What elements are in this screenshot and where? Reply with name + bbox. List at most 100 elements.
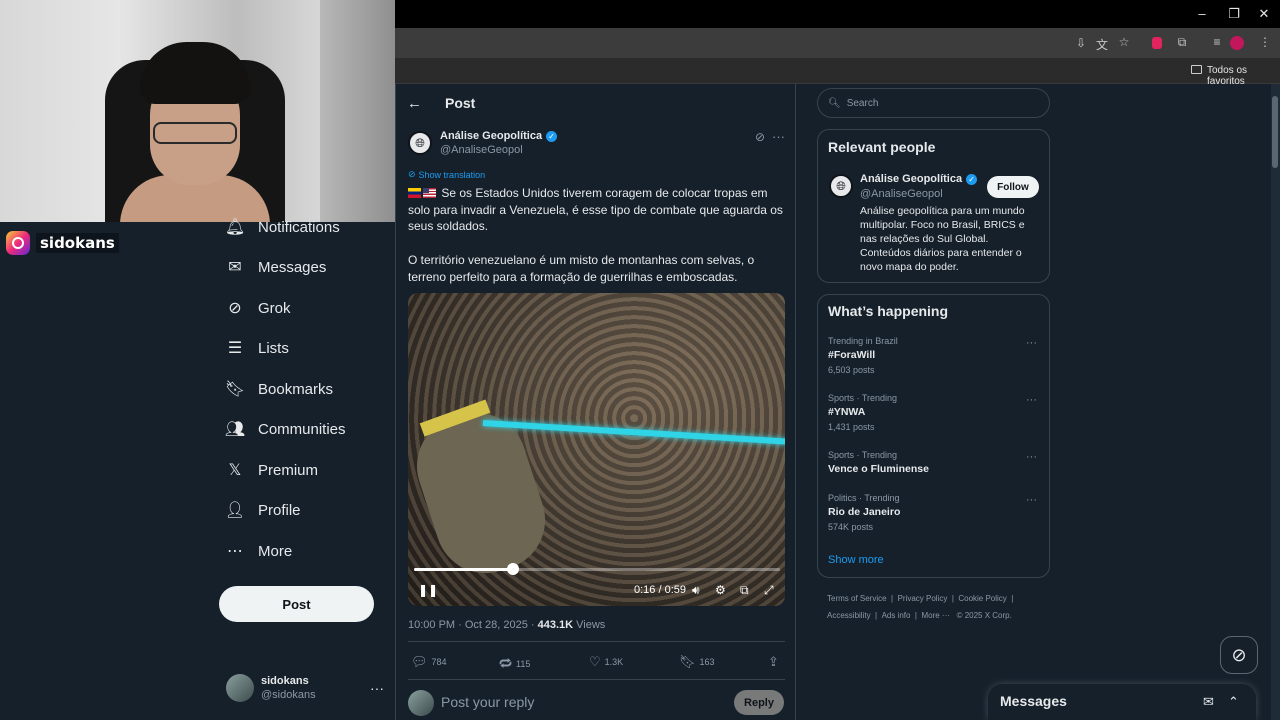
new-message-icon[interactable]: ✉︎ (1203, 694, 1214, 710)
post-more-icon[interactable]: ··· (772, 129, 785, 144)
cookie-link[interactable]: Cookie Policy (958, 594, 1006, 603)
search-icon: 🔍︎ (828, 97, 841, 109)
account-more-icon[interactable]: ··· (370, 680, 384, 696)
person-bio: Análise geopolítica para um mundo multip… (860, 205, 1025, 273)
nav-profile[interactable]: 👤︎ Profile (225, 496, 301, 524)
browser-titlebar: – ❐ ✕ (395, 0, 1280, 28)
nav-premium[interactable]: 𝕏 Premium (226, 456, 318, 484)
close-icon[interactable]: ✕ (1254, 6, 1274, 22)
reply-button[interactable]: Reply (734, 690, 784, 715)
divider (408, 641, 785, 642)
nav-notifications[interactable]: 🔔︎ Notifications (225, 213, 340, 241)
nav-bookmarks[interactable]: 🔖︎ Bookmarks (224, 375, 333, 403)
bookmark-icon: 🔖︎ (224, 381, 246, 398)
translate-icon[interactable]: 文 (1093, 36, 1111, 53)
video-scrub-handle[interactable] (506, 563, 519, 575)
trend-context: Sports · Trending (828, 393, 898, 403)
trend-name[interactable]: Vence o Fluminense (828, 463, 929, 475)
reply-action[interactable]: 💬︎ 784 (411, 654, 447, 670)
page-scroll-thumb[interactable] (1272, 96, 1278, 168)
grok-fab-icon[interactable]: ⊘ (1220, 636, 1258, 674)
nav-grok[interactable]: ⊘ Grok (226, 294, 290, 322)
account-handle[interactable]: @sidokans (261, 689, 316, 701)
person-avatar[interactable]: 🌐︎ (829, 174, 853, 198)
privacy-link[interactable]: Privacy Policy (898, 594, 948, 603)
post-timestamp[interactable]: 10:00 PM · Oct 28, 2025 · (408, 619, 538, 631)
post-button[interactable]: Post (219, 586, 374, 622)
accessibility-link[interactable]: Accessibility (827, 611, 871, 620)
heart-icon: ♡ (589, 654, 601, 669)
relevant-people-title: Relevant people (828, 139, 936, 155)
terms-link[interactable]: Terms of Service (827, 594, 887, 603)
nav-label: Messages (258, 258, 327, 276)
nav-more[interactable]: ⋯ More (226, 537, 292, 565)
trend-name[interactable]: Rio de Janeiro (828, 506, 900, 518)
author-name[interactable]: Análise Geopolítica ✓ (440, 130, 558, 142)
account-name[interactable]: sidokans (261, 675, 309, 687)
pip-icon[interactable]: ⧉ (740, 583, 749, 598)
media-icon[interactable]: ≡ (1208, 35, 1226, 49)
messages-drawer-title: Messages (1000, 693, 1067, 709)
star-icon[interactable]: ☆ (1115, 35, 1133, 49)
nav-label: Notifications (258, 218, 340, 236)
bookmark-action[interactable]: 🔖︎ 163 (679, 654, 715, 670)
author-handle[interactable]: @AnaliseGeopol (440, 144, 523, 156)
search-input[interactable]: 🔍︎ Search (817, 88, 1050, 118)
footer-links: Accessibility | Ads info | More ··· © 20… (827, 607, 1047, 624)
profile-icon[interactable] (1230, 36, 1244, 50)
reply-input[interactable]: Post your reply (441, 694, 534, 710)
trend-more-icon[interactable]: ··· (1026, 451, 1037, 463)
more-link[interactable]: More ··· (921, 611, 949, 620)
trend-more-icon[interactable]: ··· (1026, 337, 1037, 349)
grok-icon: ⊘ (228, 300, 242, 317)
fullscreen-icon[interactable]: ⤢ (764, 583, 774, 598)
nav-lists[interactable]: ☰ Lists (226, 334, 289, 362)
show-more-link[interactable]: Show more (828, 554, 884, 566)
video-player[interactable]: ❚❚ 0:16 / 0:59 🔊︎ ⚙︎ ⧉ ⤢ (408, 293, 785, 606)
left-sidebar (0, 222, 395, 720)
post-text-2: O território venezuelano é um misto de m… (408, 253, 755, 284)
settings-icon[interactable]: ⚙︎ (715, 583, 726, 597)
nav-communities[interactable]: 👥︎ Communities (224, 415, 346, 443)
reply-icon: 💬︎ (411, 654, 428, 669)
nav-messages[interactable]: ✉︎ Messages (226, 253, 326, 281)
ads-info-link[interactable]: Ads info (882, 611, 911, 620)
translate-icon: ⊘ (408, 169, 416, 179)
repost-action[interactable]: 🔁︎ 115 (499, 654, 530, 673)
author-avatar[interactable]: 🌐︎ (408, 131, 432, 155)
share-icon: ⇪ (768, 654, 779, 669)
footer-separator: | (951, 594, 954, 603)
share-action[interactable]: ⇪ (768, 654, 779, 670)
restore-icon[interactable]: ❐ (1224, 6, 1244, 22)
trend-name[interactable]: #ForaWill (828, 349, 875, 361)
page-scrollbar[interactable] (1271, 84, 1280, 720)
trend-more-icon[interactable]: ··· (1026, 394, 1037, 406)
page-title: Post (445, 95, 476, 111)
minimize-icon[interactable]: – (1192, 6, 1212, 21)
expand-up-icon[interactable]: ⌃ (1228, 694, 1239, 710)
views-label: Views (573, 619, 606, 631)
trend-name[interactable]: #YNWA (828, 406, 865, 418)
divider (395, 84, 396, 720)
person-handle[interactable]: @AnaliseGeopol (860, 188, 943, 200)
install-icon[interactable]: ⇩ (1072, 36, 1090, 50)
pause-icon[interactable]: ❚❚ (418, 583, 438, 597)
people-icon: 👥︎ (224, 421, 246, 438)
back-arrow-icon[interactable]: ← (407, 95, 422, 112)
like-action[interactable]: ♡ 1.3K (589, 654, 623, 670)
trend-more-icon[interactable]: ··· (1026, 494, 1037, 506)
kebab-icon[interactable]: ⋮ (1256, 35, 1274, 49)
account-avatar[interactable] (226, 674, 254, 702)
footer-separator: | (914, 611, 917, 620)
instagram-overlay: sidokans (6, 230, 119, 256)
show-translation-link[interactable]: ⊘ Show translation (408, 169, 485, 180)
video-scrubber[interactable] (414, 563, 780, 575)
puzzle-icon[interactable]: ⧉ (1173, 35, 1191, 50)
folder-icon (1191, 65, 1202, 74)
extension-red-icon[interactable] (1152, 37, 1162, 49)
volume-icon[interactable]: 🔊︎ (692, 583, 700, 598)
venezuela-flag-icon (408, 188, 421, 198)
person-name[interactable]: Análise Geopolítica ✓ (860, 173, 978, 185)
follow-button[interactable]: Follow (987, 176, 1039, 198)
grok-icon[interactable]: ⊘ (755, 130, 765, 144)
